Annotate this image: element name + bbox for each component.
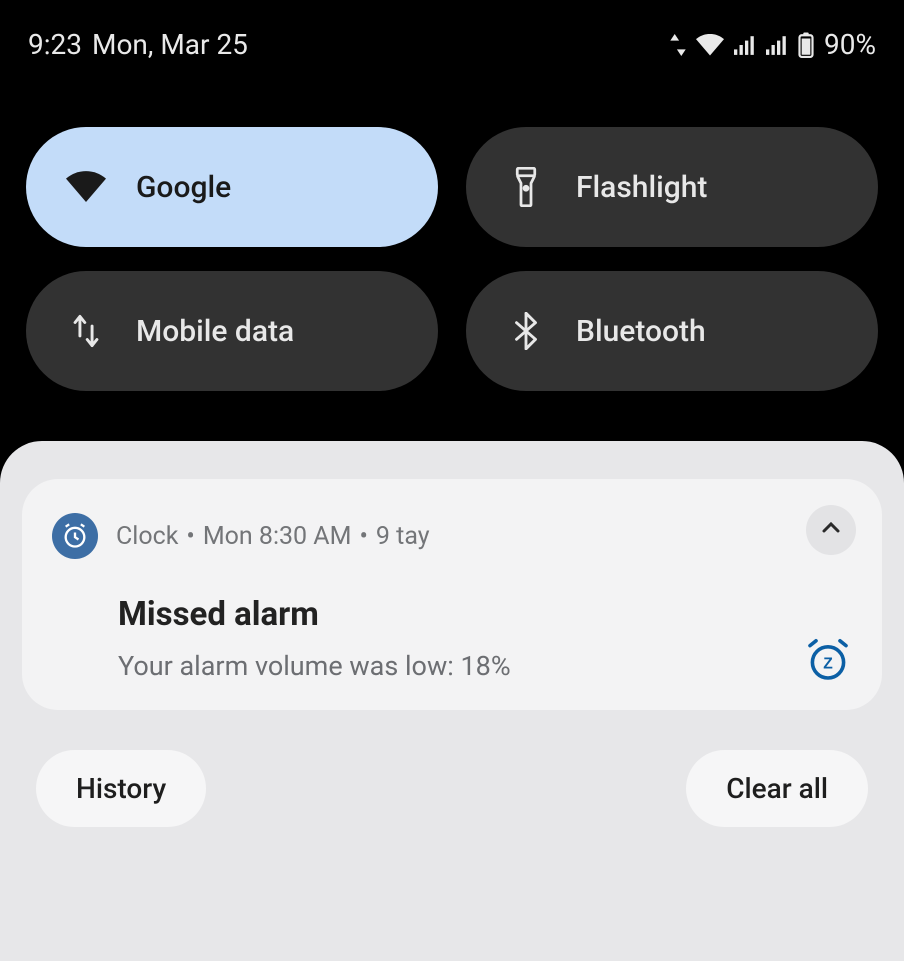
data-sync-icon — [670, 34, 686, 56]
qs-bluetooth-label: Bluetooth — [576, 314, 706, 349]
wifi-icon — [696, 34, 724, 56]
qs-wifi-label: Google — [136, 170, 231, 205]
notification-time: Mon 8:30 AM — [203, 522, 352, 551]
history-button[interactable]: History — [36, 750, 206, 827]
status-date: Mon, Mar 25 — [92, 28, 248, 61]
notification-app-name: Clock — [116, 522, 178, 551]
flashlight-icon — [506, 167, 546, 207]
qs-tile-mobile-data[interactable]: Mobile data — [26, 271, 438, 391]
history-label: History — [76, 772, 166, 805]
notification-card[interactable]: Clock • Mon 8:30 AM • 9 tay Missed alarm… — [22, 479, 882, 710]
chevron-up-icon — [819, 516, 843, 544]
signal-1-icon — [734, 35, 756, 55]
notification-body: Your alarm volume was low: 18% — [118, 650, 852, 682]
qs-flashlight-label: Flashlight — [576, 170, 707, 205]
mobile-data-icon — [66, 314, 106, 348]
notification-shade: Clock • Mon 8:30 AM • 9 tay Missed alarm… — [0, 441, 904, 961]
snooze-button[interactable]: Z — [804, 636, 852, 688]
notification-age: 9 tay — [376, 522, 430, 551]
wifi-tile-icon — [66, 171, 106, 203]
notification-meta: Clock • Mon 8:30 AM • 9 tay — [116, 522, 852, 551]
svg-text:Z: Z — [823, 655, 833, 672]
qs-mobile-data-label: Mobile data — [136, 314, 294, 349]
shade-buttons-row: History Clear all — [22, 750, 882, 827]
battery-icon — [798, 32, 814, 58]
qs-tile-wifi[interactable]: Google — [26, 127, 438, 247]
bluetooth-icon — [506, 312, 546, 350]
notification-header: Clock • Mon 8:30 AM • 9 tay — [52, 513, 852, 559]
battery-percent: 90% — [824, 28, 876, 61]
qs-tile-flashlight[interactable]: Flashlight — [466, 127, 878, 247]
status-left: 9:23 Mon, Mar 25 — [28, 28, 248, 61]
status-time: 9:23 — [28, 28, 82, 61]
snooze-icon: Z — [804, 669, 852, 688]
qs-tile-bluetooth[interactable]: Bluetooth — [466, 271, 878, 391]
status-right: 90% — [670, 28, 876, 61]
signal-2-icon — [766, 35, 788, 55]
status-bar: 9:23 Mon, Mar 25 90% — [0, 0, 904, 61]
clear-all-button[interactable]: Clear all — [686, 750, 868, 827]
notification-title: Missed alarm — [118, 595, 852, 634]
clock-app-icon — [52, 513, 98, 559]
collapse-toggle[interactable] — [806, 505, 856, 555]
clear-all-label: Clear all — [726, 772, 828, 805]
quick-settings-grid: Google Flashlight Mobile data Bluetooth — [0, 127, 904, 391]
